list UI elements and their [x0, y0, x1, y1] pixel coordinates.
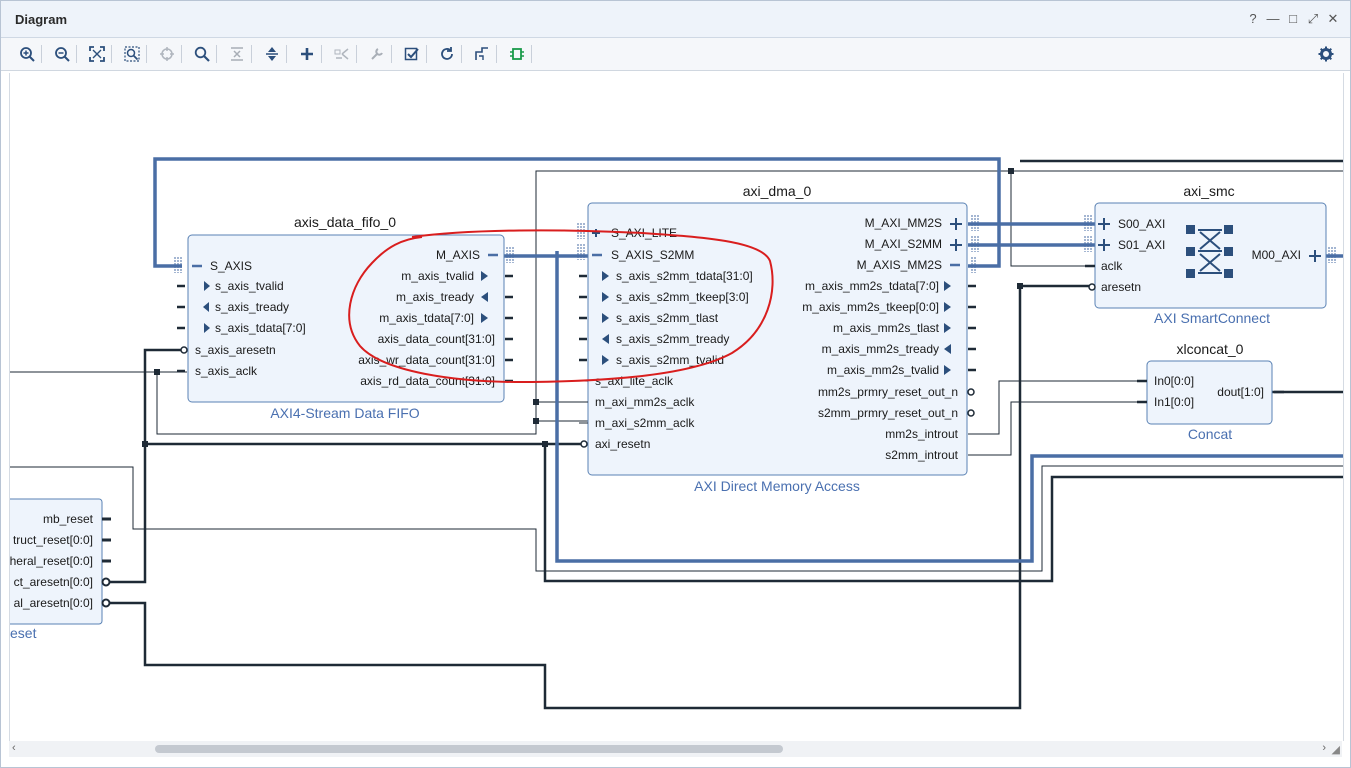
port-label: axis_data_count[31:0]: [378, 332, 495, 346]
center-icon: [156, 43, 178, 65]
resize-grip-icon[interactable]: ◢: [1332, 743, 1340, 756]
validate-icon[interactable]: [401, 43, 423, 65]
port-label: heral_reset[0:0]: [10, 554, 93, 568]
diagram-canvas[interactable]: mb_reset truct_reset[0:0] heral_reset[0:…: [9, 73, 1344, 741]
port-label: s2mm_introut: [885, 448, 958, 462]
port-label: S_AXIS: [210, 259, 252, 273]
block-instance-name: axi_dma_0: [743, 183, 812, 199]
horizontal-scrollbar[interactable]: ‹ › ◢: [9, 741, 1342, 757]
block-type-label: eset: [10, 625, 37, 641]
block-instance-name: axis_data_fifo_0: [294, 214, 396, 230]
block-type-label: Concat: [1188, 426, 1232, 442]
block-instance-name: axi_smc: [1183, 183, 1234, 199]
port-label: m_axis_mm2s_tlast: [833, 321, 940, 335]
collapse-icon: [226, 43, 248, 65]
toolbar: [1, 38, 1350, 71]
concat-block[interactable]: xlconcat_0 In0[0:0] In1[0:0] dout[1:0] C…: [1137, 341, 1284, 442]
port-label: s_axis_s2mm_tready: [616, 332, 729, 346]
zoom-in-icon[interactable]: [16, 43, 38, 65]
scroll-left-icon[interactable]: ‹: [12, 742, 16, 754]
block-type-label: AXI SmartConnect: [1154, 310, 1270, 326]
port-label: truct_reset[0:0]: [13, 533, 93, 547]
float-icon[interactable]: ⤢: [1306, 11, 1320, 27]
diagram-window: Diagram ? — □ ⤢ ✕ mb_reset truct_reset[0…: [0, 0, 1351, 768]
minimize-icon[interactable]: —: [1266, 11, 1280, 27]
zoom-out-icon[interactable]: [51, 43, 73, 65]
port-label: m_axis_mm2s_tkeep[0:0]: [802, 300, 939, 314]
dma-block[interactable]: axi_dma_0 S_AXI_LITE S_AXIS_S2MM s_axis_…: [577, 183, 979, 494]
scroll-right-icon[interactable]: ›: [1322, 742, 1326, 754]
port-label: S_AXIS_S2MM: [611, 248, 694, 262]
help-icon[interactable]: ?: [1246, 11, 1260, 27]
port-label: In0[0:0]: [1154, 374, 1194, 388]
port-label: s2mm_prmry_reset_out_n: [818, 406, 958, 420]
fifo-block[interactable]: axis_data_fifo_0 S_AXIS s_axis_tvalid s_…: [174, 214, 514, 421]
port-label: In1[0:0]: [1154, 395, 1194, 409]
port-label: m_axis_tdata[7:0]: [379, 311, 474, 325]
wrench-icon: [366, 43, 388, 65]
block-type-label: AXI4-Stream Data FIFO: [270, 405, 419, 421]
routing-icon[interactable]: [471, 43, 493, 65]
title-bar: Diagram ? — □ ⤢ ✕: [1, 1, 1350, 38]
expand-icon[interactable]: [261, 43, 283, 65]
port-label: m_axis_mm2s_tready: [822, 342, 939, 356]
port-label: m_axis_mm2s_tdata[7:0]: [805, 279, 939, 293]
port-label: aclk: [1101, 259, 1123, 273]
port-label: dout[1:0]: [1217, 385, 1264, 399]
port-label: s_axis_s2mm_tlast: [616, 311, 719, 325]
reset-block[interactable]: mb_reset truct_reset[0:0] heral_reset[0:…: [10, 498, 111, 641]
port-label: M_AXI_S2MM: [865, 237, 942, 251]
smartconnect-block[interactable]: axi_smc S00_AXI S01_AXI aclk aresetn M00…: [1084, 183, 1336, 326]
port-label: s_axis_s2mm_tvalid: [616, 353, 724, 367]
scrollbar-thumb[interactable]: [155, 745, 783, 753]
make-external-icon: [331, 43, 353, 65]
port-label: al_aresetn[0:0]: [14, 596, 93, 610]
block-type-label: AXI Direct Memory Access: [694, 478, 860, 494]
port-label: aresetn: [1101, 280, 1141, 294]
port-label: M_AXI_MM2S: [865, 216, 942, 230]
port-label: s_axis_tdata[7:0]: [215, 321, 306, 335]
port-label: m_axi_mm2s_aclk: [595, 395, 695, 409]
block-instance-name: xlconcat_0: [1177, 341, 1244, 357]
port-label: m_axis_mm2s_tvalid: [827, 363, 939, 377]
port-label: mm2s_introut: [885, 427, 958, 441]
port-label: S00_AXI: [1118, 217, 1165, 231]
port-label: mb_reset: [43, 512, 94, 526]
zoom-area-icon[interactable]: [121, 43, 143, 65]
window-title: Diagram: [15, 12, 68, 27]
maximize-icon[interactable]: □: [1286, 11, 1300, 27]
port-label: mm2s_prmry_reset_out_n: [818, 385, 958, 399]
window-controls: ? — □ ⤢ ✕: [1246, 11, 1340, 27]
zoom-fit-icon[interactable]: [86, 43, 108, 65]
port-label: M_AXIS_MM2S: [857, 258, 942, 272]
add-ip-icon[interactable]: [296, 43, 318, 65]
search-icon[interactable]: [191, 43, 213, 65]
port-label: m_axis_tvalid: [401, 269, 474, 283]
port-label: axi_resetn: [595, 437, 650, 451]
port-label: M00_AXI: [1252, 248, 1301, 262]
auto-connect-icon[interactable]: [506, 43, 528, 65]
port-label: s_axis_s2mm_tdata[31:0]: [616, 269, 753, 283]
refresh-icon[interactable]: [436, 43, 458, 65]
port-label: m_axi_s2mm_aclk: [595, 416, 695, 430]
port-label: m_axis_tready: [396, 290, 474, 304]
port-label: s_axis_aclk: [195, 364, 258, 378]
port-label: ct_aresetn[0:0]: [14, 575, 93, 589]
close-icon[interactable]: ✕: [1326, 11, 1340, 27]
port-label: S01_AXI: [1118, 238, 1165, 252]
port-label: s_axis_tready: [215, 300, 289, 314]
gear-icon[interactable]: [1315, 43, 1337, 65]
port-label: s_axis_s2mm_tkeep[3:0]: [616, 290, 749, 304]
port-label: s_axis_aresetn: [195, 343, 276, 357]
port-label: M_AXIS: [436, 248, 480, 262]
port-label: s_axis_tvalid: [215, 279, 284, 293]
